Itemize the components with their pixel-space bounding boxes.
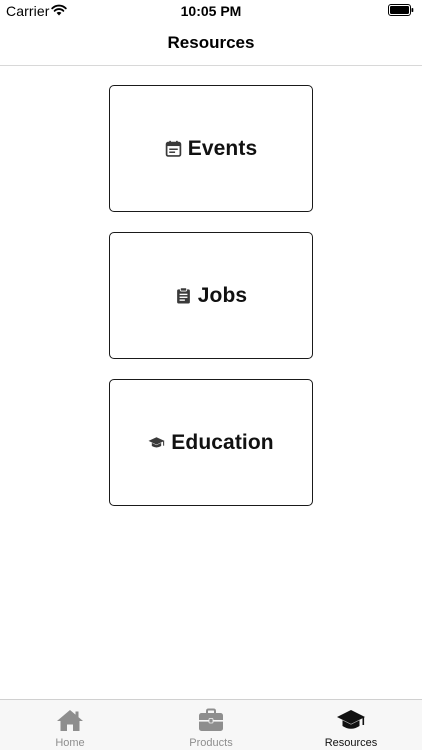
- tab-resources[interactable]: Resources: [281, 700, 421, 750]
- graduation-cap-icon: [337, 710, 365, 729]
- events-card[interactable]: Events: [109, 85, 313, 212]
- jobs-card[interactable]: Jobs: [109, 232, 313, 359]
- tab-home-label: Home: [55, 737, 85, 749]
- tab-bar: Home Products Resources: [0, 699, 422, 750]
- status-time: 10:05 PM: [180, 3, 242, 19]
- navigation-bar: Resources: [0, 22, 422, 66]
- tab-products[interactable]: Products: [141, 700, 281, 750]
- graduation-cap-icon: [148, 437, 165, 448]
- calendar-icon: [165, 140, 182, 157]
- briefcase-icon: [199, 708, 223, 731]
- events-card-label: Events: [187, 136, 258, 160]
- education-card[interactable]: Education: [109, 379, 313, 506]
- tab-resources-label: Resources: [324, 737, 378, 749]
- page-title: Resources: [167, 33, 255, 52]
- education-card-label: Education: [171, 430, 274, 454]
- tab-products-label: Products: [189, 737, 233, 749]
- tab-home[interactable]: Home: [0, 700, 140, 750]
- home-icon: [57, 710, 83, 731]
- battery-icon: [388, 4, 414, 16]
- clipboard-icon: [176, 287, 190, 304]
- status-bar: Carrier 10:05 PM: [0, 0, 422, 22]
- jobs-card-label: Jobs: [197, 283, 248, 307]
